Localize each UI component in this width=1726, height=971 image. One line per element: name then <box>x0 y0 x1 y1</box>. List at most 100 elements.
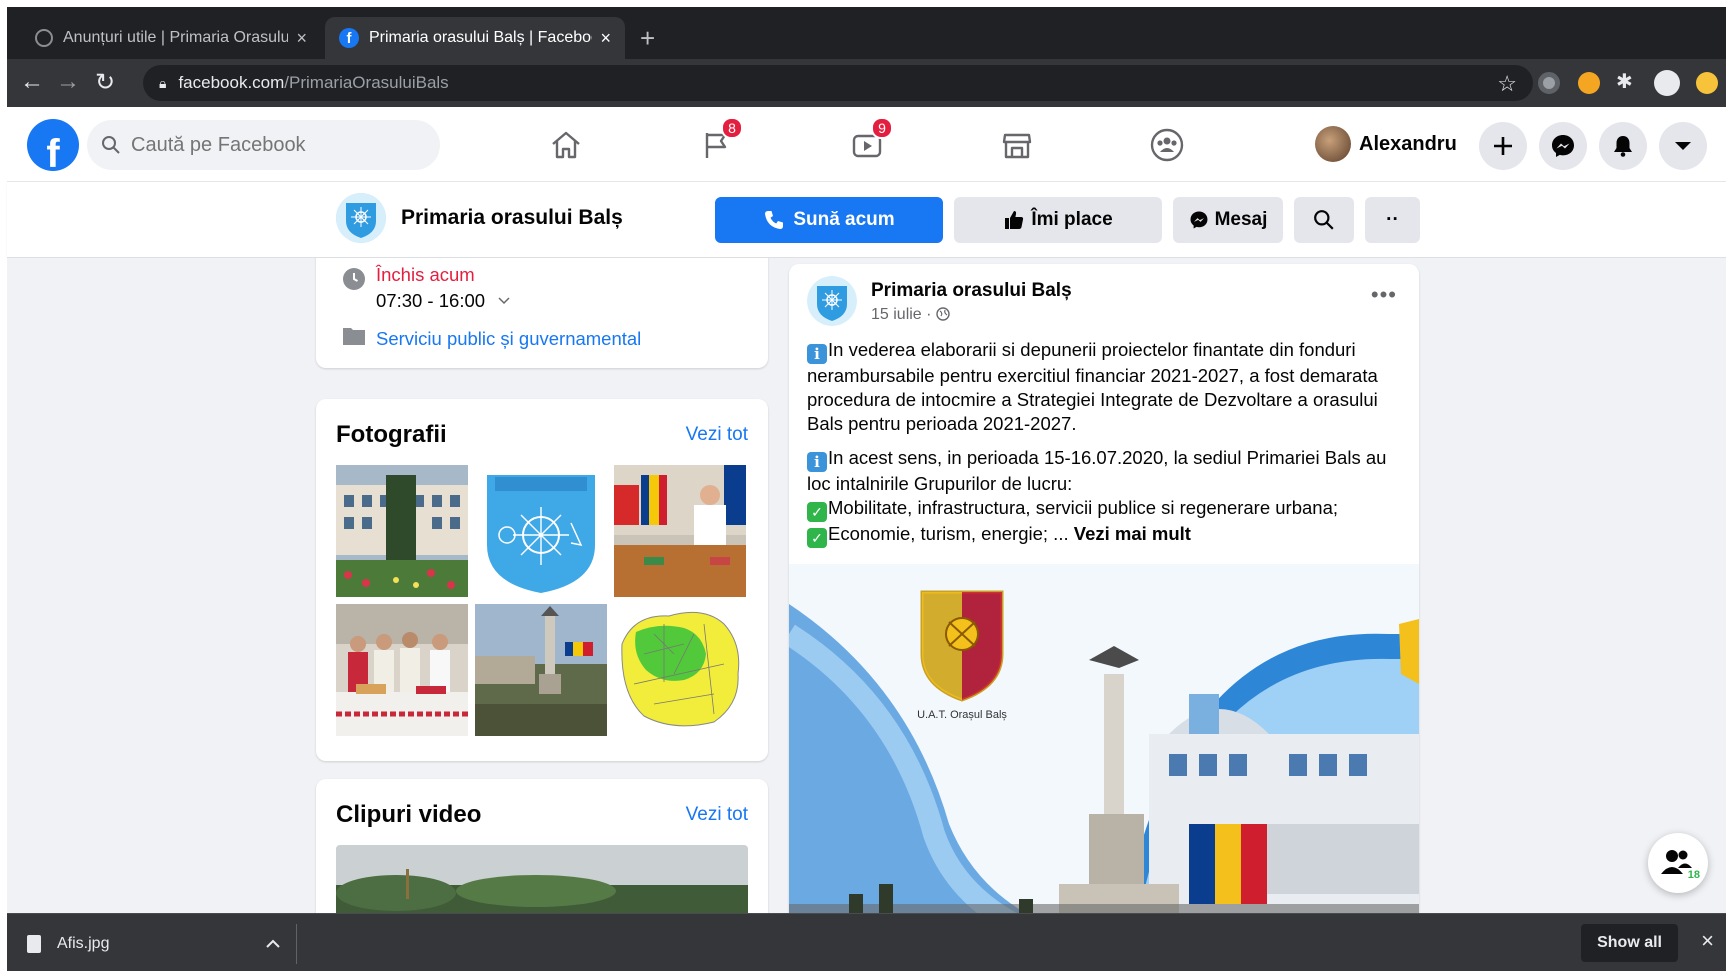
nav-watch[interactable]: 9 <box>837 117 897 169</box>
monument-photo <box>475 604 607 736</box>
close-download-shelf-icon[interactable]: × <box>1701 928 1714 954</box>
photos-card: Fotografii Vezi tot <box>316 399 768 761</box>
flags <box>1189 824 1267 904</box>
extension-yellow-icon[interactable] <box>1696 72 1718 94</box>
contacts-count: 18 <box>1687 869 1700 881</box>
nav-groups[interactable] <box>1137 121 1197 169</box>
close-tab-icon[interactable]: × <box>600 28 611 49</box>
extension-icon[interactable] <box>1538 72 1560 94</box>
call-now-button[interactable]: Sună acum <box>715 197 943 243</box>
people-photo <box>336 604 468 736</box>
post-card: Primaria orasului Balș 15 iulie · ••• iI… <box>789 264 1419 913</box>
page-title: Primaria orasului Balș <box>401 206 623 229</box>
chevron-up-icon[interactable] <box>266 939 280 949</box>
post-bullet: ✓ Economie, turism, energie; ... Vezi mai… <box>807 522 1407 548</box>
nav-pages[interactable]: 8 <box>687 117 747 169</box>
create-button[interactable] <box>1479 122 1527 170</box>
post-timestamp[interactable]: 15 iulie · <box>871 306 950 324</box>
messenger-button[interactable] <box>1539 122 1587 170</box>
check-emoji-icon: ✓ <box>807 528 827 548</box>
post-paragraph: i In vederea elaborarii si depunerii proi… <box>807 338 1407 436</box>
new-tab-button[interactable]: + <box>640 23 655 54</box>
extension-coupon-icon[interactable] <box>1578 72 1600 94</box>
page-avatar[interactable] <box>336 193 386 243</box>
screen: Anunțuri utile | Primaria Orasului Bals … <box>0 0 1726 971</box>
photos-see-all-link[interactable]: Vezi tot <box>686 424 748 446</box>
puzzle-extensions-icon[interactable]: ✱ <box>1616 69 1638 93</box>
video-thumbnail[interactable] <box>336 845 748 913</box>
photo-thumbnail[interactable] <box>336 465 468 597</box>
messenger-icon <box>1190 211 1208 229</box>
new-message-contacts-button[interactable]: 18 <box>1648 833 1708 893</box>
home-icon <box>552 131 580 159</box>
page-category-link[interactable]: Serviciu public și guvernamental <box>376 328 641 350</box>
profile-icon[interactable] <box>1654 70 1680 96</box>
browser-tab-strip: Anunțuri utile | Primaria Orasului Bals … <box>7 7 1726 59</box>
like-page-button[interactable]: Îmi place <box>954 197 1162 243</box>
nav-home[interactable] <box>536 121 596 169</box>
close-tab-icon[interactable]: × <box>296 28 307 49</box>
call-now-label: Sună acum <box>793 209 895 230</box>
avatar <box>1315 126 1351 162</box>
coat-of-arms-photo <box>475 465 607 597</box>
photo-thumbnail[interactable] <box>475 465 607 597</box>
more-dots-icon: ·· <box>1386 209 1399 230</box>
logo-letter: f <box>46 132 60 171</box>
marketplace-icon <box>1002 133 1032 159</box>
page-search-button[interactable] <box>1294 197 1354 243</box>
download-item[interactable]: Afis.jpg <box>27 924 297 964</box>
post-author-avatar[interactable] <box>807 276 857 326</box>
facebook-favicon-icon: f <box>339 28 359 48</box>
message-button[interactable]: Mesaj <box>1173 197 1283 243</box>
building-photo <box>336 465 468 597</box>
photo-thumbnail[interactable] <box>336 604 468 736</box>
bell-icon <box>1614 136 1632 157</box>
post-image[interactable]: U.A.T. Orașul Balș <box>789 564 1419 913</box>
nav-marketplace[interactable] <box>987 121 1047 169</box>
messenger-icon <box>1552 135 1574 157</box>
town-hall-poster-image: U.A.T. Orașul Balș <box>789 564 1419 913</box>
photo-thumbnail[interactable] <box>614 604 746 736</box>
bookmark-star-icon[interactable]: ☆ <box>1497 71 1517 97</box>
about-card: Închis acum 07:30 - 16:00 Serviciu publi… <box>316 258 768 368</box>
post-paragraph-text: In acest sens, in perioada 15-16.07.2020… <box>807 447 1387 494</box>
profile-link[interactable]: Alexandru <box>1315 124 1457 164</box>
more-options-button[interactable]: ·· <box>1365 197 1420 243</box>
forward-arrow-icon[interactable]: → <box>53 68 83 96</box>
info-emoji-icon: i <box>807 344 827 364</box>
facebook-logo-icon[interactable]: f <box>27 119 79 171</box>
videos-card: Clipuri video Vezi tot <box>316 779 768 913</box>
plus-icon <box>1494 137 1512 155</box>
photo-thumbnail[interactable] <box>475 604 607 736</box>
coat-of-arms-icon <box>336 193 386 243</box>
photos-title: Fotografii <box>336 421 447 448</box>
post-author-name[interactable]: Primaria orasului Balș <box>871 280 1072 302</box>
opening-hours[interactable]: 07:30 - 16:00 <box>376 290 510 312</box>
videos-see-all-link[interactable]: Vezi tot <box>686 804 748 826</box>
download-file-name: Afis.jpg <box>57 935 110 952</box>
browser-tab[interactable]: Anunțuri utile | Primaria Orasului Bals … <box>21 17 321 59</box>
show-all-downloads-button[interactable]: Show all <box>1581 924 1678 962</box>
image-caption: U.A.T. Orașul Balș <box>917 709 1007 721</box>
see-more-link[interactable]: Vezi mai mult <box>1074 523 1191 544</box>
notifications-button[interactable] <box>1599 122 1647 170</box>
coat-of-arms-graphic <box>920 590 1004 702</box>
browser-tab-active[interactable]: f Primaria orasului Balș | Facebook × <box>325 17 625 59</box>
search-icon <box>102 136 120 154</box>
post-options-icon[interactable]: ••• <box>1371 282 1397 308</box>
back-arrow-icon[interactable]: ← <box>17 68 47 96</box>
url-path: /PrimariaOrasuluiBals <box>284 73 449 92</box>
hours-text: 07:30 - 16:00 <box>376 290 486 311</box>
search-box[interactable] <box>87 120 440 170</box>
address-bar[interactable]: 🔒︎ facebook.com/PrimariaOrasuluiBals ☆ <box>143 65 1533 101</box>
office-photo <box>614 465 746 597</box>
chevron-down-icon <box>498 297 510 305</box>
account-menu-button[interactable] <box>1659 122 1707 170</box>
photo-thumbnail[interactable] <box>614 465 746 597</box>
globe-icon <box>35 29 53 47</box>
video-preview-image <box>336 845 748 913</box>
search-input[interactable] <box>131 133 411 157</box>
reload-icon[interactable]: ↻ <box>90 68 120 97</box>
message-label: Mesaj <box>1214 209 1268 230</box>
post-bullet-text: Mobilitate, infrastructura, servicii pub… <box>828 497 1339 518</box>
